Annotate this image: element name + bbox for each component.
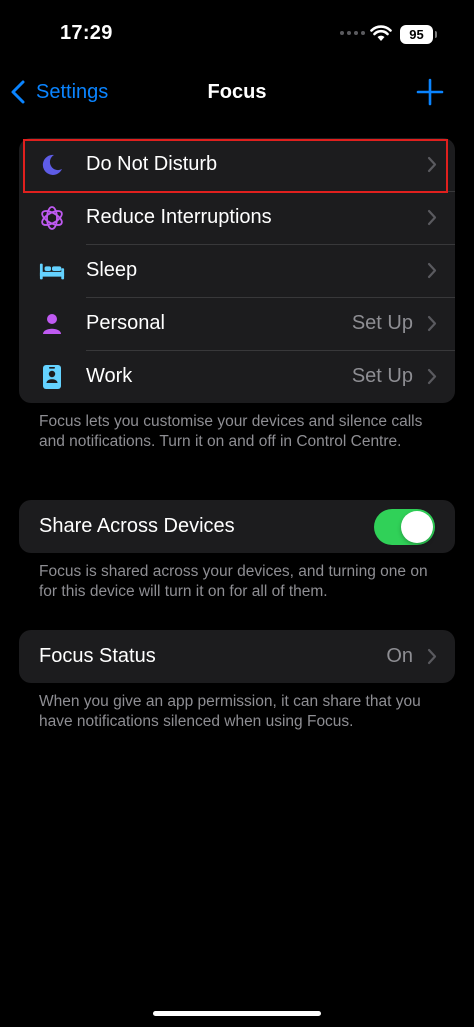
back-label: Settings	[36, 80, 109, 103]
toggle-knob	[401, 511, 433, 543]
focus-mode-personal[interactable]: Personal Set Up	[19, 297, 455, 350]
focus-mode-label: Do Not Disturb	[86, 153, 218, 175]
flower-icon	[39, 205, 65, 231]
focus-status-group: Focus Status On	[19, 630, 455, 683]
share-across-devices-label: Share Across Devices	[39, 515, 235, 537]
chevron-right-icon	[427, 209, 437, 226]
chevron-right-icon	[427, 156, 437, 173]
battery-indicator: 95	[400, 25, 437, 44]
focus-modes-list: Do Not Disturb Reduce Interruptions Slee…	[19, 138, 455, 403]
home-indicator[interactable]	[153, 1011, 321, 1016]
chevron-right-icon	[427, 315, 437, 332]
focus-mode-value: Set Up	[351, 312, 413, 334]
focus-mode-do-not-disturb[interactable]: Do Not Disturb	[19, 138, 455, 191]
share-across-devices-group: Share Across Devices	[19, 500, 455, 553]
add-icon[interactable]	[416, 78, 444, 106]
focus-status-row[interactable]: Focus Status On	[19, 630, 455, 683]
moon-icon	[39, 152, 65, 178]
status-bar: 17:29 95	[0, 0, 474, 60]
chevron-right-icon	[427, 368, 437, 385]
back-button[interactable]: Settings	[8, 70, 108, 114]
share-across-devices-toggle[interactable]	[374, 509, 435, 545]
wifi-icon	[370, 25, 392, 41]
focus-mode-label: Sleep	[86, 259, 138, 281]
person-icon	[39, 311, 65, 337]
focus-mode-label: Reduce Interruptions	[86, 206, 272, 228]
chevron-right-icon	[427, 648, 437, 665]
focus-mode-sleep[interactable]: Sleep	[19, 244, 455, 297]
focus-mode-work[interactable]: Work Set Up	[19, 350, 455, 403]
bed-icon	[39, 258, 65, 284]
focus-mode-value: Set Up	[351, 365, 413, 387]
focus-description: Focus lets you customise your devices an…	[39, 413, 423, 450]
status-time: 17:29	[60, 22, 113, 44]
focus-status-label: Focus Status	[39, 645, 156, 667]
focus-mode-label: Personal	[86, 312, 165, 334]
share-across-devices-row: Share Across Devices	[19, 500, 455, 553]
share-description: Focus is shared across your devices, and…	[39, 563, 428, 600]
cellular-signal-icon	[340, 31, 365, 35]
id-badge-icon	[39, 364, 65, 390]
chevron-left-icon	[11, 80, 25, 104]
focus-mode-reduce-interruptions[interactable]: Reduce Interruptions	[19, 191, 455, 244]
status-description: When you give an app permission, it can …	[39, 693, 421, 730]
focus-mode-label: Work	[86, 365, 133, 387]
focus-status-value: On	[386, 645, 413, 667]
chevron-right-icon	[427, 262, 437, 279]
navigation-bar: Settings Focus	[0, 70, 474, 114]
